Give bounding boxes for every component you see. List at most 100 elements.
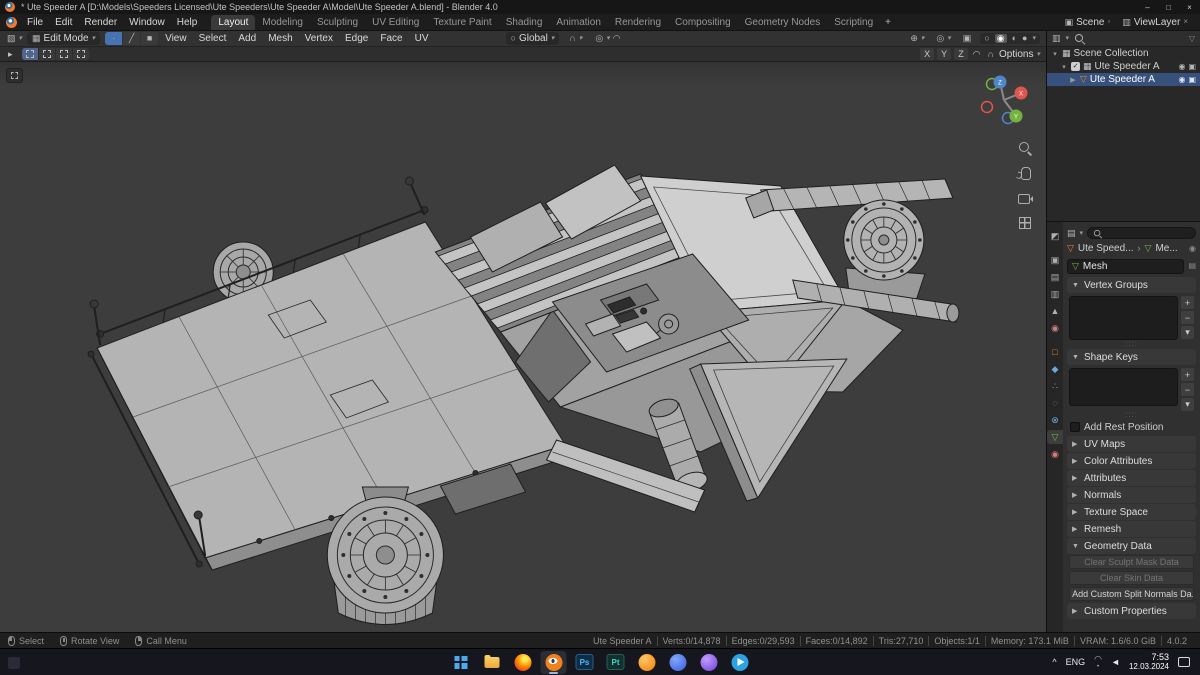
show-gizmos-toggle[interactable]: ⊕ ▾ bbox=[907, 32, 927, 45]
panel-color-attributes[interactable]: ▶ Color Attributes bbox=[1067, 453, 1196, 469]
add-vertex-group-button[interactable]: + bbox=[1181, 296, 1194, 309]
select-extend-button[interactable] bbox=[38, 48, 55, 60]
mirror-z-toggle[interactable]: Z bbox=[954, 48, 968, 60]
editor-type-button[interactable]: ▧ ▾ bbox=[4, 32, 25, 45]
expand-icon[interactable]: ▶ bbox=[1069, 76, 1077, 84]
shading-rendered-icon[interactable]: ● bbox=[1022, 34, 1027, 43]
panel-geometry-data[interactable]: ▼ Geometry Data bbox=[1067, 538, 1196, 554]
vertex-select-button[interactable]: ∙ bbox=[105, 32, 123, 45]
viewport-3d[interactable]: X Z Y bbox=[0, 62, 1046, 632]
panel-custom-properties[interactable]: ▶ Custom Properties bbox=[1067, 603, 1196, 619]
workspace-tab-layout[interactable]: Layout bbox=[211, 15, 256, 30]
blender-taskbar-button[interactable] bbox=[540, 650, 567, 674]
viewport-menu-add[interactable]: Add bbox=[233, 33, 261, 44]
tab-object-data[interactable]: ▽ bbox=[1047, 430, 1063, 444]
viewport-menu-uv[interactable]: UV bbox=[410, 33, 434, 44]
app-blue-button[interactable] bbox=[665, 651, 691, 674]
viewport-menu-vertex[interactable]: Vertex bbox=[300, 33, 338, 44]
remove-vertex-group-button[interactable]: − bbox=[1181, 311, 1194, 324]
volume-icon[interactable]: ◄ bbox=[1111, 657, 1120, 667]
maximize-button[interactable]: □ bbox=[1158, 0, 1179, 14]
taskbar-widget-icon[interactable] bbox=[8, 657, 20, 669]
breadcrumb-object[interactable]: Ute Speed... bbox=[1078, 243, 1134, 254]
panel-normals[interactable]: ▶ Normals bbox=[1067, 487, 1196, 503]
wifi-icon[interactable]: ◠ • bbox=[1094, 654, 1102, 670]
paint-tool-button[interactable]: Pt bbox=[603, 651, 629, 674]
outliner-editor-icon[interactable]: ▥ bbox=[1052, 34, 1061, 43]
face-select-button[interactable]: ■ bbox=[141, 32, 159, 45]
menu-window[interactable]: Window bbox=[123, 17, 171, 28]
select-intersect-button[interactable] bbox=[72, 48, 89, 60]
panel-resize-grip[interactable]: :::: bbox=[1067, 340, 1196, 348]
outliner-row-object[interactable]: ▶ ▽ Ute Speeder A ◉ ▣ bbox=[1047, 73, 1200, 86]
workspace-tab-geometry-nodes[interactable]: Geometry Nodes bbox=[738, 15, 828, 30]
app-purple-button[interactable] bbox=[696, 651, 722, 674]
workspace-tab-uv-editing[interactable]: UV Editing bbox=[365, 15, 426, 30]
breadcrumb-data[interactable]: Me... bbox=[1155, 243, 1177, 254]
shape-keys-list[interactable] bbox=[1069, 368, 1178, 406]
remove-viewlayer-icon[interactable]: × bbox=[1183, 18, 1188, 26]
edge-select-button[interactable]: ╱ bbox=[123, 32, 141, 45]
vertex-group-specials-button[interactable]: ▾ bbox=[1181, 326, 1194, 339]
pin-icon[interactable]: ◉ bbox=[1189, 244, 1196, 253]
options-dropdown[interactable]: Options ▾ bbox=[999, 49, 1040, 60]
firefox-button[interactable] bbox=[510, 651, 536, 674]
shading-wireframe-icon[interactable]: ○ bbox=[984, 34, 989, 43]
tab-scene[interactable]: ▲ bbox=[1047, 304, 1063, 318]
mirror-y-toggle[interactable]: Y bbox=[937, 48, 952, 60]
tab-render[interactable]: ▣ bbox=[1047, 253, 1063, 267]
viewport-menu-select[interactable]: Select bbox=[194, 33, 232, 44]
workspace-tab-animation[interactable]: Animation bbox=[549, 15, 607, 30]
shape-key-specials-button[interactable]: ▾ bbox=[1181, 398, 1194, 411]
blender-menu-icon[interactable] bbox=[6, 16, 17, 28]
camera-view-icon[interactable] bbox=[1017, 190, 1033, 206]
browse-data-icon[interactable]: ▤ bbox=[1188, 262, 1196, 270]
expand-icon[interactable]: ▾ bbox=[1060, 63, 1068, 71]
panel-texture-space[interactable]: ▶ Texture Space bbox=[1067, 504, 1196, 520]
new-scene-icon[interactable]: ▫ bbox=[1107, 18, 1110, 26]
photoshop-button[interactable]: Ps bbox=[572, 651, 598, 674]
workspace-tab-texture-paint[interactable]: Texture Paint bbox=[426, 15, 498, 30]
zoom-icon[interactable] bbox=[1017, 140, 1033, 156]
xray-toggle[interactable]: ▣ bbox=[960, 32, 975, 45]
shading-material-icon[interactable]: ◐ bbox=[1012, 34, 1017, 43]
proportional-editing-toggle[interactable]: ◎ ▾ ◠ bbox=[592, 32, 623, 45]
tab-physics[interactable]: ◌ bbox=[1047, 396, 1063, 410]
search-icon[interactable] bbox=[1074, 33, 1085, 44]
clear-sculpt-mask-button[interactable]: Clear Sculpt Mask Data bbox=[1069, 555, 1194, 569]
orientation-dropdown[interactable]: ○ Global ▾ bbox=[505, 32, 560, 45]
add-shape-key-button[interactable]: + bbox=[1181, 368, 1194, 381]
menu-edit[interactable]: Edit bbox=[49, 17, 78, 28]
system-clock[interactable]: 7:53 12.03.2024 bbox=[1129, 652, 1169, 672]
ortho-grid-icon[interactable] bbox=[1017, 215, 1033, 231]
panel-vertex-groups[interactable]: ▼ Vertex Groups bbox=[1067, 277, 1196, 293]
workspace-tab-rendering[interactable]: Rendering bbox=[608, 15, 668, 30]
menu-help[interactable]: Help bbox=[171, 17, 204, 28]
tab-world[interactable]: ◉ bbox=[1047, 321, 1063, 335]
workspace-tab-scripting[interactable]: Scripting bbox=[827, 15, 880, 30]
add-workspace-button[interactable]: + bbox=[880, 15, 896, 30]
remove-shape-key-button[interactable]: − bbox=[1181, 383, 1194, 396]
minimize-button[interactable]: – bbox=[1137, 0, 1158, 14]
workspace-tab-shading[interactable]: Shading bbox=[499, 15, 550, 30]
active-tool-icon[interactable]: ▸ bbox=[6, 49, 15, 60]
tab-output[interactable]: ▤ bbox=[1047, 270, 1063, 284]
toolbar-toggle-button[interactable] bbox=[6, 68, 23, 83]
menu-file[interactable]: File bbox=[21, 17, 49, 28]
viewlayer-selector[interactable]: ▥ ViewLayer × bbox=[1116, 17, 1194, 28]
close-button[interactable]: × bbox=[1179, 0, 1200, 14]
collection-checkbox[interactable]: ✓ bbox=[1071, 62, 1080, 71]
workspace-tab-modeling[interactable]: Modeling bbox=[255, 15, 310, 30]
properties-editor-icon[interactable]: ▤ bbox=[1067, 228, 1076, 238]
workspace-tab-sculpting[interactable]: Sculpting bbox=[310, 15, 365, 30]
vertex-groups-list[interactable] bbox=[1069, 296, 1178, 340]
workspace-tab-compositing[interactable]: Compositing bbox=[668, 15, 738, 30]
telegram-button[interactable] bbox=[727, 651, 753, 674]
hide-viewport-icon[interactable]: ◉ bbox=[1178, 75, 1185, 84]
add-custom-split-normals-button[interactable]: + Add Custom Split Normals Da... bbox=[1069, 587, 1194, 601]
disable-render-icon[interactable]: ▣ bbox=[1188, 62, 1196, 71]
scene-selector[interactable]: ▣ Scene ▫ bbox=[1059, 17, 1117, 28]
tab-modifiers[interactable]: ◆ bbox=[1047, 362, 1063, 376]
mirror-x-toggle[interactable]: X bbox=[920, 48, 935, 60]
start-button[interactable] bbox=[448, 651, 474, 674]
